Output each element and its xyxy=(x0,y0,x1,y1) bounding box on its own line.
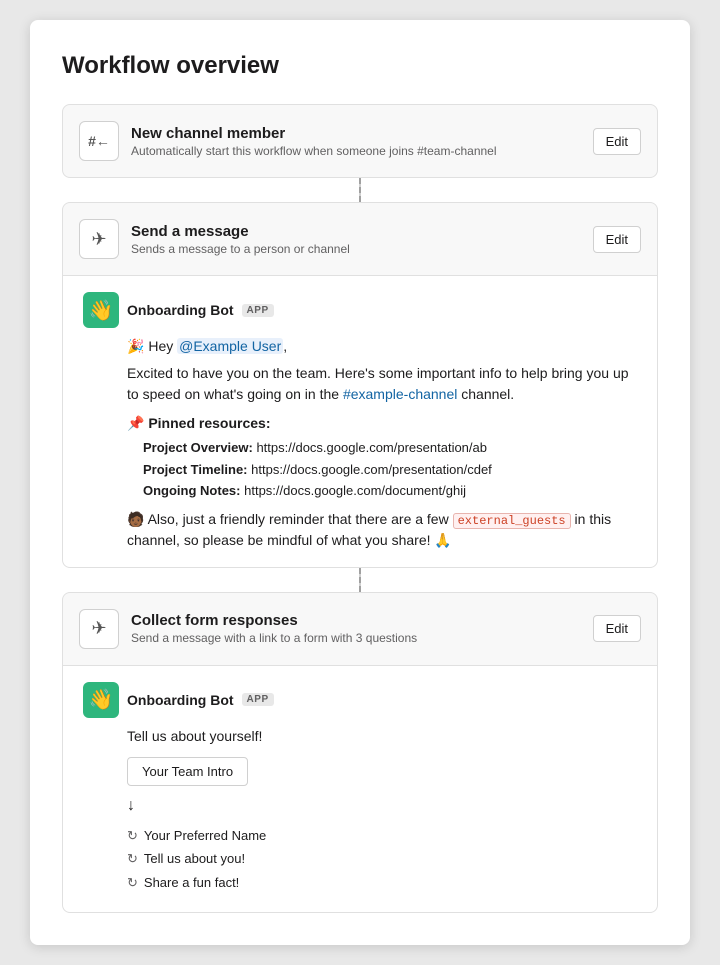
onboarding-message-body: 🎉 Hey @Example User, Excited to have you… xyxy=(83,336,637,551)
collect-form-title: Collect form responses xyxy=(131,612,581,629)
send-message-text: Send a message Sends a message to a pers… xyxy=(131,223,581,256)
form-body-text: Tell us about yourself! xyxy=(127,726,637,747)
greeting-line: 🎉 Hey @Example User, xyxy=(127,336,637,357)
app-badge-1: APP xyxy=(242,304,274,317)
intro-paragraph: Excited to have you on the team. Here's … xyxy=(127,363,637,405)
send-message-edit-button[interactable]: Edit xyxy=(593,226,641,253)
form-field-icon-0: ↻ xyxy=(127,826,138,846)
collect-form-edit-button[interactable]: Edit xyxy=(593,615,641,642)
bot-avatar-2: 👋 xyxy=(83,682,119,718)
bot-name-1: Onboarding Bot xyxy=(127,302,234,318)
bot-avatar-1: 👋 xyxy=(83,292,119,328)
collect-form-desc: Send a message with a link to a form wit… xyxy=(131,631,581,645)
bot-header-2: 👋 Onboarding Bot APP xyxy=(83,682,637,718)
pinned-emoji: 📌 xyxy=(127,415,144,431)
new-channel-member-desc: Automatically start this workflow when s… xyxy=(131,144,581,158)
form-field-label-1: Tell us about you! xyxy=(144,849,245,869)
form-field-icon-1: ↻ xyxy=(127,849,138,869)
form-field-1: ↻ Tell us about you! xyxy=(127,849,637,869)
pinned-item-0: Project Overview: https://docs.google.co… xyxy=(143,438,637,458)
collect-form-icon: ✈ xyxy=(79,609,119,649)
pinned-item-2: Ongoing Notes: https://docs.google.com/d… xyxy=(143,481,637,501)
page-title: Workflow overview xyxy=(62,52,658,80)
connector-1 xyxy=(359,178,361,202)
pinned-title-line: 📌 Pinned resources: xyxy=(127,413,637,434)
form-field-0: ↻ Your Preferred Name xyxy=(127,826,637,846)
external-badge: external_guests xyxy=(453,513,571,529)
mention-user: @Example User xyxy=(177,338,283,354)
pinned-list: Project Overview: https://docs.google.co… xyxy=(127,438,637,501)
form-field-label-2: Share a fun fact! xyxy=(144,873,239,893)
send-message-card: ✈ Send a message Sends a message to a pe… xyxy=(62,202,658,275)
collect-form-text: Collect form responses Send a message wi… xyxy=(131,612,581,645)
greeting-text: Hey xyxy=(148,338,177,354)
new-channel-member-card: #← New channel member Automatically star… xyxy=(62,104,658,178)
arrow-down: ↓ xyxy=(127,794,637,818)
your-team-intro-button[interactable]: Your Team Intro xyxy=(127,757,248,786)
form-message-body: Tell us about yourself! Your Team Intro … xyxy=(83,726,637,893)
greeting-emoji: 🎉 xyxy=(127,338,144,354)
connector-2 xyxy=(359,568,361,592)
app-badge-2: APP xyxy=(242,693,274,706)
form-message-card: 👋 Onboarding Bot APP Tell us about yours… xyxy=(62,665,658,914)
reminder-emoji: 🧑🏾 xyxy=(127,511,144,527)
pinned-title: Pinned resources: xyxy=(148,415,270,431)
send-message-title: Send a message xyxy=(131,223,581,240)
workflow-steps: #← New channel member Automatically star… xyxy=(62,104,658,913)
page-container: Workflow overview #← New channel member … xyxy=(30,20,690,945)
collect-form-card: ✈ Collect form responses Send a message … xyxy=(62,592,658,665)
form-field-label-0: Your Preferred Name xyxy=(144,826,266,846)
form-field-2: ↻ Share a fun fact! xyxy=(127,873,637,893)
pinned-item-1: Project Timeline: https://docs.google.co… xyxy=(143,460,637,480)
channel-link: #example-channel xyxy=(343,386,457,402)
send-message-icon: ✈ xyxy=(79,219,119,259)
form-field-icon-2: ↻ xyxy=(127,873,138,893)
bot-header-1: 👋 Onboarding Bot APP xyxy=(83,292,637,328)
reminder-paragraph: 🧑🏾 Also, just a friendly reminder that t… xyxy=(127,509,637,551)
new-channel-member-title: New channel member xyxy=(131,125,581,142)
bot-name-2: Onboarding Bot xyxy=(127,692,234,708)
form-fields: ↻ Your Preferred Name ↻ Tell us about yo… xyxy=(127,826,637,893)
send-message-desc: Sends a message to a person or channel xyxy=(131,242,581,256)
new-channel-member-edit-button[interactable]: Edit xyxy=(593,128,641,155)
onboarding-message-card: 👋 Onboarding Bot APP 🎉 Hey @Example User… xyxy=(62,275,658,568)
new-channel-member-text: New channel member Automatically start t… xyxy=(131,125,581,158)
pinned-section: 📌 Pinned resources: Project Overview: ht… xyxy=(127,413,637,501)
new-channel-member-icon: #← xyxy=(79,121,119,161)
